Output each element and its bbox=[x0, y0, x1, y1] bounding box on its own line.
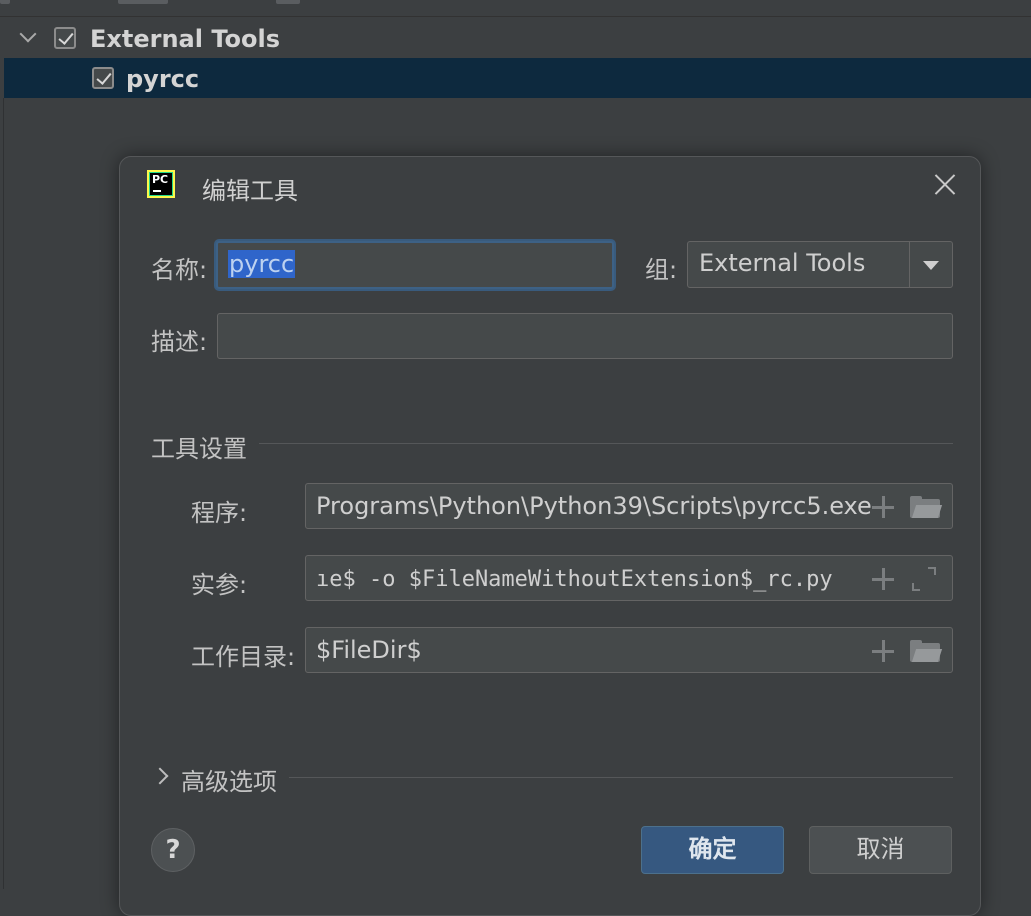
working-directory-field[interactable]: $FileDir$ bbox=[305, 627, 953, 673]
tree-header-strip bbox=[0, 0, 1031, 17]
name-label: 名称: bbox=[151, 256, 208, 284]
panel-border bbox=[3, 98, 4, 889]
dialog-title-bar: PC 编辑工具 bbox=[120, 157, 980, 213]
arguments-field-value: ıe$ -o $FileNameWithoutExtension$_rc.py bbox=[316, 567, 833, 592]
program-label: 程序: bbox=[191, 499, 248, 527]
insert-macro-icon[interactable] bbox=[872, 640, 894, 662]
help-button[interactable]: ? bbox=[151, 828, 195, 872]
program-field-value: Programs\Python\Python39\Scripts\pyrcc5.… bbox=[316, 492, 872, 520]
arguments-label: 实参: bbox=[191, 571, 248, 599]
chevron-down-icon[interactable] bbox=[19, 25, 37, 43]
tree-group-external-tools[interactable]: External Tools bbox=[4, 18, 1031, 58]
workdir-field-actions bbox=[872, 636, 943, 666]
arguments-field[interactable]: ıe$ -o $FileNameWithoutExtension$_rc.py bbox=[305, 555, 953, 601]
program-field-actions bbox=[872, 492, 943, 522]
section-divider bbox=[259, 443, 953, 444]
working-directory-label: 工作目录: bbox=[191, 643, 296, 671]
group-combobox[interactable]: External Tools bbox=[687, 241, 953, 288]
advanced-options-toggle[interactable]: 高级选项 bbox=[181, 762, 277, 797]
ok-button[interactable]: 确定 bbox=[641, 826, 784, 874]
pycharm-icon: PC bbox=[147, 170, 175, 198]
name-field[interactable]: pyrcc bbox=[216, 241, 614, 289]
description-field[interactable] bbox=[217, 313, 953, 359]
tool-settings-title: 工具设置 bbox=[151, 435, 247, 463]
tree-item-pyrcc[interactable]: pyrcc bbox=[4, 58, 1031, 98]
insert-macro-icon[interactable] bbox=[872, 496, 894, 518]
arguments-field-actions bbox=[872, 564, 942, 594]
section-divider bbox=[289, 777, 953, 778]
combobox-divider bbox=[909, 242, 910, 287]
group-combobox-value: External Tools bbox=[699, 249, 866, 277]
program-field[interactable]: Programs\Python\Python39\Scripts\pyrcc5.… bbox=[305, 483, 953, 529]
insert-macro-icon[interactable] bbox=[872, 568, 894, 590]
clipped-text-fragment bbox=[0, 0, 10, 4]
close-icon[interactable] bbox=[932, 171, 958, 197]
group-checkbox[interactable] bbox=[54, 27, 76, 49]
item-label: pyrcc bbox=[126, 65, 200, 93]
dialog-title: 编辑工具 bbox=[202, 177, 298, 205]
browse-folder-icon[interactable] bbox=[910, 640, 943, 662]
group-label: External Tools bbox=[90, 25, 280, 53]
item-checkbox[interactable] bbox=[92, 67, 114, 89]
clipped-text-fragment bbox=[276, 0, 300, 4]
expand-icon[interactable] bbox=[912, 567, 936, 591]
clipped-text-fragment bbox=[118, 0, 168, 4]
browse-folder-icon[interactable] bbox=[910, 496, 943, 518]
cancel-button[interactable]: 取消 bbox=[809, 826, 952, 874]
group-label: 组: bbox=[645, 256, 678, 284]
chevron-right-icon[interactable] bbox=[151, 767, 169, 785]
name-field-value: pyrcc bbox=[228, 250, 296, 278]
dropdown-arrow-icon[interactable] bbox=[923, 261, 939, 270]
working-directory-value: $FileDir$ bbox=[316, 636, 422, 664]
description-label: 描述: bbox=[151, 328, 208, 356]
edit-tool-dialog: PC 编辑工具 名称: pyrcc 组: External Tools 描述: … bbox=[119, 156, 981, 916]
